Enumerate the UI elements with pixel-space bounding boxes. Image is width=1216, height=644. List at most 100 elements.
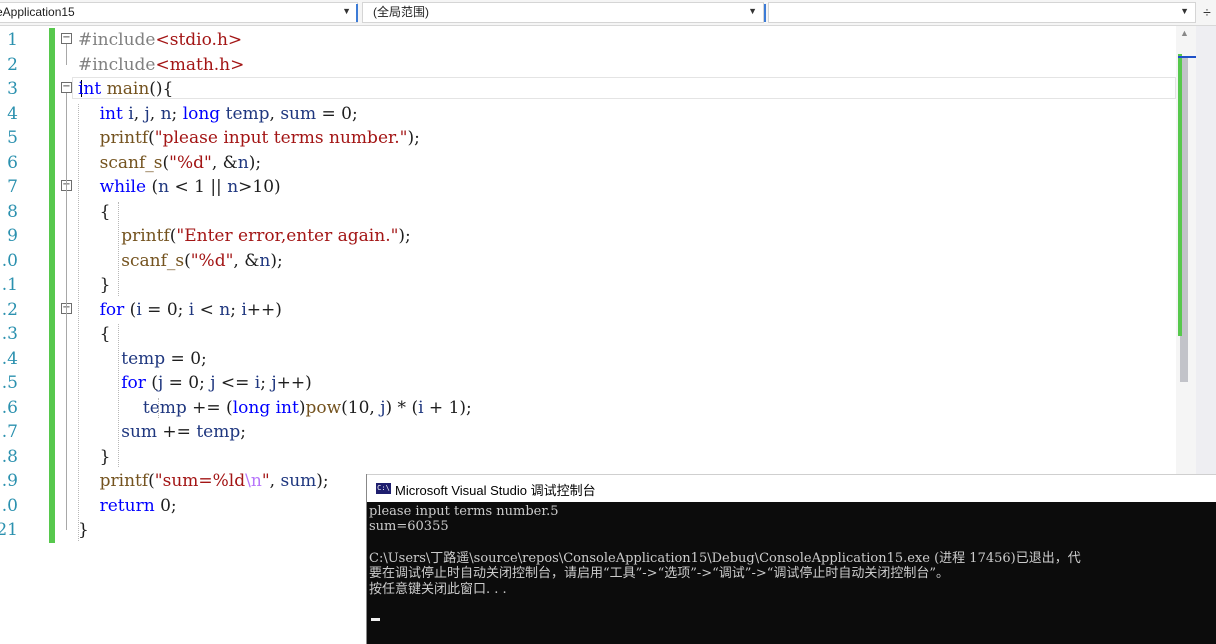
code-line[interactable]: .2− for (i = 0; i < n; i++) — [0, 297, 1180, 323]
code-text: { — [78, 322, 111, 346]
collapse-icon[interactable]: − — [61, 33, 72, 44]
change-indicator — [49, 126, 55, 151]
code-token: , — [269, 471, 281, 491]
line-number: .1 — [1, 275, 18, 295]
code-token: , — [133, 103, 145, 124]
code-text: for (j = 0; j <= i; j++) — [78, 371, 312, 395]
code-token: = 0; — [141, 299, 189, 320]
code-line[interactable]: .4 temp = 0; — [0, 346, 1180, 372]
code-text: } — [78, 445, 111, 469]
code-text: return 0; — [78, 494, 177, 518]
code-token: printf — [99, 128, 149, 148]
change-indicator — [49, 518, 55, 543]
code-line[interactable]: 1 − #include<stdio.h> — [0, 28, 1180, 53]
code-line[interactable]: 9 printf("Enter error,enter again."); — [0, 224, 1180, 249]
split-editor-button[interactable]: ÷ — [1199, 3, 1215, 22]
code-token: ; — [260, 373, 272, 393]
code-token: main — [106, 79, 150, 99]
code-token: #include — [78, 54, 156, 75]
code-token: <= — [215, 373, 255, 393]
code-token: int — [99, 103, 123, 124]
code-text: } — [78, 273, 111, 297]
code-token: scanf_s — [99, 152, 163, 173]
code-text: printf("sum=%ld\n", sum); — [78, 469, 329, 493]
console-line: sum=60355 — [369, 519, 449, 534]
code-text: scanf_s("%d", &n); — [78, 151, 261, 175]
code-line[interactable]: 5 printf("please input terms number."); — [0, 126, 1180, 151]
code-line[interactable]: 7− while (n < 1 || n>10) — [0, 175, 1180, 200]
change-indicator — [49, 101, 55, 127]
combo-separator — [356, 4, 358, 22]
code-line[interactable]: .6 temp += (long int)pow(10, j) * (i + 1… — [0, 395, 1180, 421]
member-dropdown[interactable]: ▼ — [768, 2, 1196, 23]
code-line[interactable]: .1 } — [0, 273, 1180, 298]
console-line: please input terms number.5 — [369, 504, 559, 519]
code-token: long — [182, 103, 221, 124]
change-indicator — [49, 248, 55, 274]
project-dropdown-value: eApplication15 — [0, 5, 75, 19]
code-line[interactable]: .8 } — [0, 444, 1180, 470]
scope-dropdown[interactable]: (全局范围) ▼ — [362, 2, 764, 23]
code-token: { — [78, 201, 111, 222]
code-line[interactable]: .7 sum += temp; — [0, 420, 1180, 445]
code-token: , — [269, 103, 281, 124]
code-token: 0; — [154, 495, 177, 516]
code-line[interactable]: 4 int i, j, n; long temp, sum = 0; — [0, 101, 1180, 127]
code-token: { — [78, 324, 111, 344]
code-line[interactable]: .0 scanf_s("%d", &n); — [0, 248, 1180, 274]
code-token: "%d" — [190, 250, 234, 271]
code-line[interactable]: .3 { — [0, 322, 1180, 347]
console-title: Microsoft Visual Studio 调试控制台 — [395, 483, 596, 498]
code-token: ( — [184, 250, 191, 271]
code-token: ++) — [276, 373, 312, 393]
indent-guide — [118, 201, 119, 296]
code-token: += ( — [186, 397, 233, 418]
code-line[interactable]: 2 #include<math.h> — [0, 52, 1180, 78]
caret-position-marker — [1178, 56, 1196, 58]
code-token: ( — [146, 177, 159, 197]
line-number: .0 — [1, 250, 18, 271]
line-number: .2 — [1, 299, 18, 320]
line-number: 7 — [7, 177, 18, 197]
code-token: ); — [407, 128, 420, 148]
code-text: sum += temp; — [78, 420, 246, 444]
code-line[interactable]: .5 for (j = 0; j <= i; j++) — [0, 371, 1180, 396]
change-indicator — [49, 175, 55, 200]
code-line[interactable]: 3 − int main(){ — [0, 77, 1180, 102]
code-token: , — [149, 103, 161, 124]
line-number: 2 — [7, 54, 18, 75]
change-indicator — [49, 224, 55, 249]
code-token: ( — [148, 128, 155, 148]
change-indicator — [49, 150, 55, 176]
console-line: 按任意键关闭此窗口. . . — [369, 582, 507, 597]
collapse-icon[interactable]: − — [61, 82, 72, 93]
line-number: .6 — [1, 397, 18, 418]
indent-guide — [158, 397, 159, 418]
change-indicator — [49, 444, 55, 470]
debug-console-window[interactable]: C:\ Microsoft Visual Studio 调试控制台 please… — [366, 474, 1216, 644]
code-token: n — [158, 177, 170, 197]
code-token: , & — [211, 152, 238, 173]
fold-outline — [66, 313, 67, 457]
project-dropdown[interactable]: eApplication15 ▼ — [0, 2, 358, 23]
console-titlebar[interactable]: C:\ Microsoft Visual Studio 调试控制台 — [367, 474, 1216, 502]
code-token: ( — [145, 373, 158, 393]
code-token: } — [78, 446, 111, 467]
code-token: n — [160, 103, 172, 124]
code-text: while (n < 1 || n>10) — [78, 175, 281, 199]
code-token: long int — [232, 397, 299, 418]
code-token: temp — [142, 397, 187, 418]
code-token: #include — [78, 30, 156, 50]
code-line[interactable]: 8 { — [0, 199, 1180, 225]
code-line[interactable]: 6 scanf_s("%d", &n); — [0, 150, 1180, 176]
code-token: "%d" — [169, 152, 212, 173]
line-number: .4 — [1, 348, 18, 369]
scroll-up-icon[interactable]: ▲ — [1180, 28, 1189, 38]
